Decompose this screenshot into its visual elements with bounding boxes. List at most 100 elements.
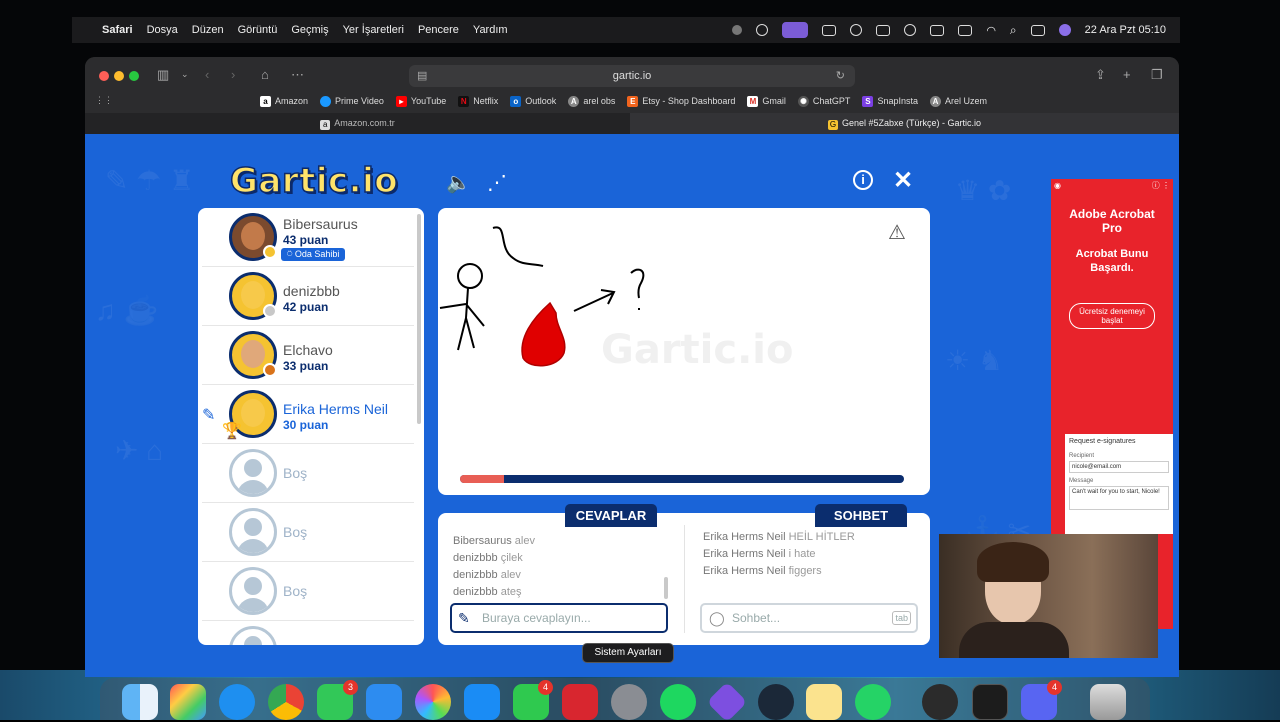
chat-input[interactable]: ◯ Sohbet... tab	[700, 603, 918, 633]
tab-gartic[interactable]: G Genel #5Zabxe (Türkçe) - Gartic.io	[630, 113, 1179, 134]
whatsapp-icon[interactable]	[855, 684, 891, 720]
address-bar[interactable]: ▤ gartic.io ↻	[409, 65, 855, 87]
player-score: 33 puan	[283, 359, 329, 373]
reload-icon[interactable]: ↻	[836, 65, 845, 87]
menu-goruntu[interactable]: Görüntü	[238, 24, 278, 36]
wifi-icon[interactable]: ◠	[986, 24, 996, 37]
menu-pencere[interactable]: Pencere	[418, 24, 459, 36]
mail-icon[interactable]	[366, 684, 402, 720]
bookmark-outlook[interactable]: o Outlook	[510, 93, 556, 109]
close-window-button[interactable]	[99, 71, 109, 81]
fork-icon[interactable]	[876, 24, 891, 36]
bookmark-youtube[interactable]: ▸ YouTube	[395, 93, 447, 109]
empty-avatar-icon	[229, 567, 277, 615]
share-icon[interactable]: ⇪	[1095, 67, 1106, 83]
launchpad-icon[interactable]	[170, 684, 206, 720]
players-scrollbar[interactable]	[417, 214, 421, 424]
bookmark-gmail[interactable]: M Gmail	[747, 93, 786, 109]
forward-icon[interactable]: ›	[231, 67, 235, 82]
ad-form-title: Request e-signatures	[1069, 438, 1136, 445]
activity-monitor-icon[interactable]	[972, 684, 1008, 720]
trash-icon[interactable]	[1090, 684, 1126, 720]
new-tab-icon[interactable]: +	[1123, 67, 1131, 82]
clock[interactable]: 22 Ara Pzt 05:10	[1085, 24, 1166, 36]
record-indicator-icon[interactable]	[732, 25, 743, 35]
tabs-overview-icon[interactable]: ❐	[1151, 67, 1163, 83]
bookmark-arel-obs[interactable]: Aarel obs	[568, 93, 615, 109]
sidebar-icon[interactable]: ▥	[157, 67, 169, 83]
bookmark-arel-uzem[interactable]: A Arel Uzem	[929, 93, 987, 109]
user-icon[interactable]	[904, 24, 917, 36]
bookmark-etsy[interactable]: E Etsy - Shop Dashboard	[627, 93, 735, 109]
home-icon[interactable]: ⌂	[261, 67, 269, 82]
share-icon[interactable]: ⋰	[487, 170, 507, 195]
menu-gecmis[interactable]: Geçmiş	[291, 24, 328, 36]
player-row[interactable]: Elchavo 33 puan	[202, 326, 414, 385]
menu-dosya[interactable]: Dosya	[147, 24, 178, 36]
menu-duzen[interactable]: Düzen	[192, 24, 224, 36]
screen: Safari Dosya Düzen Görüntü Geçmiş Yer İş…	[0, 0, 1280, 722]
battery-icon[interactable]	[958, 24, 973, 36]
bookmarks-grid-icon[interactable]: ⋮⋮	[95, 95, 113, 106]
menu-yer-isaretleri[interactable]: Yer İşaretleri	[343, 24, 404, 36]
answer-input[interactable]: ✎ Buraya cevaplayın...	[450, 603, 668, 633]
bookmark-snapinsta[interactable]: S SnapInsta	[862, 93, 918, 109]
drawing-canvas[interactable]: Gartic.io ⚠	[438, 208, 930, 495]
bookmark-chatgpt[interactable]: ✺ ChatGPT	[797, 93, 850, 109]
obs-icon[interactable]	[922, 684, 958, 720]
bookmark-label: YouTube	[410, 96, 447, 106]
player-row-current[interactable]: ✎ 🏆 Erika Herms Neil 30 puan	[202, 385, 414, 444]
report-warning-icon[interactable]: ⚠	[888, 220, 906, 245]
close-icon[interactable]: ✕	[893, 166, 913, 195]
chat-text: figgers	[788, 565, 822, 577]
tab-cevaplar[interactable]: CEVAPLAR	[565, 504, 657, 527]
bookmark-amazon[interactable]: a Amazon	[260, 93, 308, 109]
steam-icon[interactable]	[758, 684, 794, 720]
trophy-icon: 🏆	[222, 423, 242, 440]
chevron-down-icon[interactable]: ⌄	[181, 69, 189, 80]
system-settings-icon[interactable]	[611, 684, 647, 720]
answers-scrollbar[interactable]	[664, 577, 668, 599]
ad-info-icon[interactable]: ⓘ ⋮	[1152, 180, 1170, 191]
menu-yardim[interactable]: Yardım	[473, 24, 508, 36]
app-store-icon[interactable]	[464, 684, 500, 720]
pencil-icon: ✎	[202, 407, 216, 424]
menu-app-safari[interactable]: Safari	[102, 24, 133, 36]
answer-item: denizbbb ateş	[453, 586, 522, 598]
screen-mirroring-icon[interactable]	[782, 22, 809, 38]
tab-bar: a Amazon.com.tr G Genel #5Zabxe (Türkçe) -…	[85, 113, 1179, 134]
search-icon[interactable]: ⌕	[1010, 23, 1017, 38]
photo-booth-icon[interactable]	[562, 684, 598, 720]
ad-message-value: Can't wait for you to start, Nicole!	[1069, 486, 1169, 510]
zoom-window-button[interactable]	[129, 71, 139, 81]
info-icon[interactable]: i	[853, 170, 873, 190]
bookmark-prime-video[interactable]: Prime Video	[320, 93, 384, 109]
tab-amazon[interactable]: a Amazon.com.tr	[85, 113, 630, 134]
prime-video-icon	[320, 95, 332, 107]
siri-icon[interactable]	[1058, 24, 1071, 36]
sound-icon[interactable]: 🔈	[446, 170, 471, 195]
player-row[interactable]: Bibersaurus 43 puan ⍥ Oda Sahibi	[202, 208, 414, 267]
spotify-icon[interactable]	[660, 684, 696, 720]
tab-sohbet[interactable]: SOHBET	[815, 504, 907, 527]
back-icon[interactable]: ‹	[205, 67, 209, 82]
display-icon[interactable]	[822, 24, 837, 36]
chrome-icon[interactable]	[268, 684, 304, 720]
grid-icon[interactable]: ⋯	[291, 67, 304, 83]
color-icon[interactable]	[756, 24, 769, 36]
empty-slot: Boş	[202, 503, 414, 562]
car-icon[interactable]	[930, 24, 945, 36]
finder-icon[interactable]	[122, 684, 158, 720]
photos-icon[interactable]	[415, 684, 451, 720]
bookmark-netflix[interactable]: N Netflix	[458, 93, 498, 109]
notes-icon[interactable]	[806, 684, 842, 720]
player-row[interactable]: denizbbb 42 puan	[202, 267, 414, 326]
record-icon[interactable]	[850, 24, 863, 36]
arrow-drawing	[573, 289, 616, 312]
ad-recipient-label: Recipient	[1069, 453, 1095, 459]
adchoices-icon[interactable]: ◉	[1054, 181, 1061, 190]
safari-icon[interactable]	[219, 684, 255, 720]
ad-cta-button[interactable]: Ücretsiz denemeyi başlat	[1069, 303, 1155, 329]
control-center-icon[interactable]	[1030, 24, 1045, 36]
minimize-window-button[interactable]	[114, 71, 124, 81]
